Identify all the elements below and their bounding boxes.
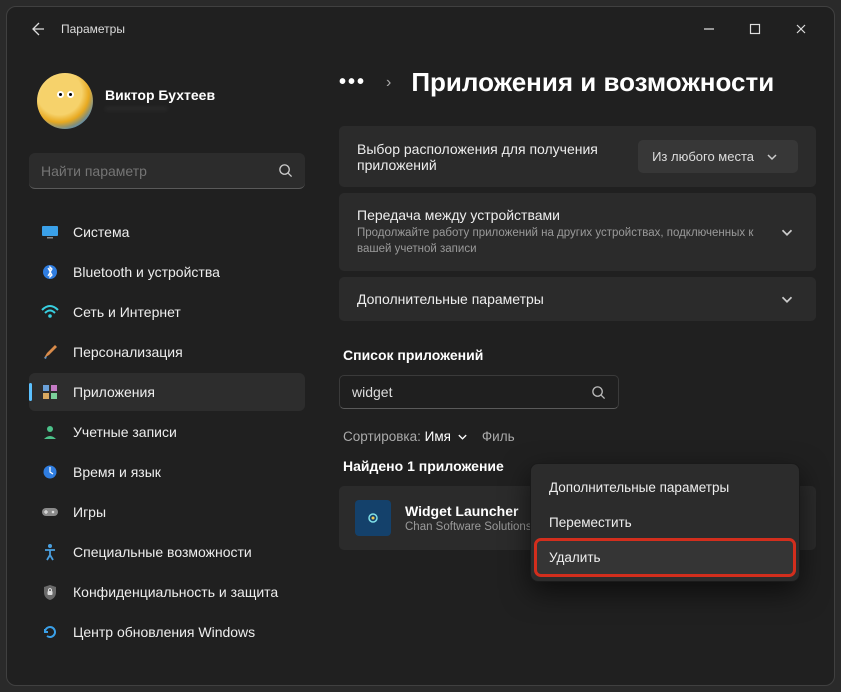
sidebar-item-system[interactable]: Система <box>29 213 305 251</box>
sidebar-search-input[interactable] <box>41 163 278 179</box>
shield-icon <box>41 583 59 601</box>
sidebar-item-bluetooth[interactable]: Bluetooth и устройства <box>29 253 305 291</box>
minimize-button[interactable] <box>686 13 732 45</box>
app-list-search-input[interactable] <box>352 384 591 400</box>
page-title: Приложения и возможности <box>411 67 774 98</box>
menu-item-uninstall[interactable]: Удалить <box>536 540 794 575</box>
sidebar-item-accounts[interactable]: Учетные записи <box>29 413 305 451</box>
close-button[interactable] <box>778 13 824 45</box>
sort-by[interactable]: Сортировка: Имя <box>343 429 468 444</box>
chevron-down-icon <box>780 295 798 304</box>
breadcrumb-more-button[interactable]: ••• <box>339 71 366 94</box>
sidebar-item-accessibility[interactable]: Специальные возможности <box>29 533 305 571</box>
card-install-location[interactable]: Выбор расположения для получения приложе… <box>339 126 816 187</box>
app-vendor: Chan Software Solutions <box>405 521 532 533</box>
install-location-dropdown[interactable]: Из любого места <box>638 140 798 173</box>
card-more-params[interactable]: Дополнительные параметры <box>339 277 816 321</box>
sort-filter-row: Сортировка: Имя Филь <box>343 429 816 444</box>
card-title: Выбор расположения для получения приложе… <box>357 141 638 173</box>
card-share-devices[interactable]: Передача между устройствами Продолжайте … <box>339 193 816 271</box>
gamepad-icon <box>41 503 59 521</box>
menu-item-move[interactable]: Переместить <box>531 505 799 540</box>
sidebar-item-privacy[interactable]: Конфиденциальность и защита <box>29 573 305 611</box>
sort-value: Имя <box>425 429 451 444</box>
apps-icon <box>41 383 59 401</box>
app-list-search[interactable] <box>339 375 619 409</box>
person-icon <box>41 423 59 441</box>
breadcrumb: ••• › Приложения и возможности <box>339 67 816 98</box>
sidebar-item-network[interactable]: Сеть и Интернет <box>29 293 305 331</box>
profile-name: Виктор Бухтеев <box>105 87 215 103</box>
search-icon <box>278 163 293 178</box>
app-icon <box>355 500 391 536</box>
sort-label: Сортировка: <box>343 429 421 444</box>
sidebar-item-update[interactable]: Центр обновления Windows <box>29 613 305 651</box>
clock-globe-icon <box>41 463 59 481</box>
card-title: Передача между устройствами <box>357 207 780 223</box>
sidebar-item-apps[interactable]: Приложения <box>29 373 305 411</box>
sidebar-item-label: Учетные записи <box>73 424 177 440</box>
wifi-icon <box>41 303 59 321</box>
search-icon <box>591 385 606 400</box>
brush-icon <box>41 343 59 361</box>
titlebar: Параметры <box>7 7 834 51</box>
sidebar-item-label: Центр обновления Windows <box>73 624 255 640</box>
dropdown-value: Из любого места <box>652 149 754 164</box>
sidebar-item-label: Система <box>73 224 129 240</box>
accessibility-icon <box>41 543 59 561</box>
sidebar-item-label: Игры <box>73 504 106 520</box>
back-button[interactable] <box>25 17 49 41</box>
menu-item-advanced[interactable]: Дополнительные параметры <box>531 470 799 505</box>
sidebar-item-personalization[interactable]: Персонализация <box>29 333 305 371</box>
section-title-app-list: Список приложений <box>343 347 816 363</box>
maximize-button[interactable] <box>732 13 778 45</box>
sidebar-item-label: Конфиденциальность и защита <box>73 584 278 600</box>
card-title: Дополнительные параметры <box>357 291 780 307</box>
chevron-right-icon: › <box>386 74 391 92</box>
profile[interactable]: Виктор Бухтеев ················· <box>37 73 305 129</box>
chevron-down-icon <box>780 228 798 237</box>
sidebar-item-label: Приложения <box>73 384 155 400</box>
update-icon <box>41 623 59 641</box>
sidebar-item-label: Сеть и Интернет <box>73 304 181 320</box>
sidebar-item-gaming[interactable]: Игры <box>29 493 305 531</box>
chevron-down-icon <box>457 433 468 441</box>
bluetooth-icon <box>41 263 59 281</box>
context-menu: Дополнительные параметры Переместить Уда… <box>530 463 800 582</box>
sidebar-search[interactable] <box>29 153 305 189</box>
sidebar-item-label: Время и язык <box>73 464 161 480</box>
filter-by[interactable]: Филь <box>482 429 515 444</box>
sidebar-item-time[interactable]: Время и язык <box>29 453 305 491</box>
nav: Система Bluetooth и устройства Сеть и Ин… <box>29 213 305 651</box>
sidebar-item-label: Bluetooth и устройства <box>73 264 220 280</box>
avatar <box>37 73 93 129</box>
sidebar: Виктор Бухтеев ················· Система… <box>7 51 317 685</box>
main-content: ••• › Приложения и возможности Выбор рас… <box>317 51 834 685</box>
window-title: Параметры <box>61 22 125 36</box>
profile-email: ················· <box>105 103 215 115</box>
display-icon <box>41 223 59 241</box>
chevron-down-icon <box>766 153 784 161</box>
card-subtitle: Продолжайте работу приложений на других … <box>357 226 780 257</box>
sidebar-item-label: Персонализация <box>73 344 183 360</box>
sidebar-item-label: Специальные возможности <box>73 544 252 560</box>
